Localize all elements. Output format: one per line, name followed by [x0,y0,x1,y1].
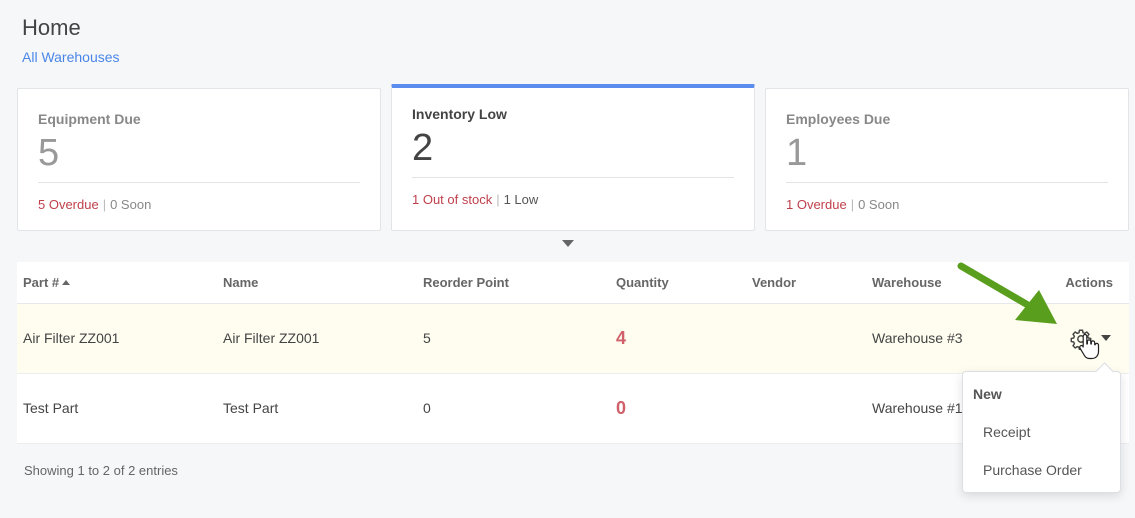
cell-name: Air Filter ZZ001 [217,303,417,374]
page-title: Home [22,15,81,40]
card-divider [412,177,734,178]
cell-part: Test Part [17,373,217,444]
overdue-count: 5 Overdue [38,197,99,212]
soon-count: 0 Soon [858,197,900,212]
card-value: 5 [38,132,60,174]
card-footer: 1 Out of stock | 1 Low [412,192,538,207]
cell-part: Air Filter ZZ001 [17,303,217,374]
cell-quantity: 4 [610,303,746,374]
cell-vendor [746,373,866,444]
card-value: 2 [412,127,434,169]
hand-pointer-icon [1079,333,1100,360]
card-divider [38,182,360,183]
card-footer: 1 Overdue | 0 Soon [786,197,899,212]
card-inventory-low[interactable]: Inventory Low 2 1 Out of stock | 1 Low [391,84,755,231]
column-header-part[interactable]: Part # [17,262,217,304]
cell-vendor [746,303,866,374]
separator: | [102,197,107,212]
card-footer: 5 Overdue | 0 Soon [38,197,151,212]
actions-dropdown-menu: New Receipt Purchase Order [962,371,1121,493]
column-header-name[interactable]: Name [217,262,417,304]
cell-quantity: 0 [610,373,746,444]
out-of-stock-count: 1 Out of stock [412,192,493,207]
expand-caret-icon[interactable] [562,240,574,247]
card-equipment-due[interactable]: Equipment Due 5 5 Overdue | 0 Soon [17,88,381,231]
cell-reorder-point: 5 [417,303,610,374]
card-title: Inventory Low [412,106,507,122]
cell-reorder-point: 0 [417,373,610,444]
card-divider [786,182,1108,183]
dropdown-header: New [973,386,1002,402]
menu-item-purchase-order[interactable]: Purchase Order [983,462,1082,478]
card-title: Employees Due [786,111,891,127]
sort-ascending-icon [62,279,71,285]
column-header-reorder-point[interactable]: Reorder Point [417,262,610,304]
overdue-count: 1 Overdue [786,197,847,212]
card-employees-due[interactable]: Employees Due 1 1 Overdue | 0 Soon [765,88,1129,231]
separator: | [850,197,855,212]
low-count: 1 Low [503,192,539,207]
annotation-arrow-icon [957,262,1057,324]
cell-name: Test Part [217,373,417,444]
all-warehouses-link[interactable]: All Warehouses [22,49,120,65]
column-header-vendor[interactable]: Vendor [746,262,866,304]
table-info: Showing 1 to 2 of 2 entries [24,463,178,478]
card-title: Equipment Due [38,111,141,127]
column-header-quantity[interactable]: Quantity [610,262,746,304]
card-value: 1 [786,132,808,174]
separator: | [496,192,500,207]
chevron-down-icon[interactable] [1101,335,1111,341]
menu-item-receipt[interactable]: Receipt [983,424,1030,440]
soon-count: 0 Soon [110,197,152,212]
summary-cards: Equipment Due 5 5 Overdue | 0 Soon Invento… [17,84,1129,231]
